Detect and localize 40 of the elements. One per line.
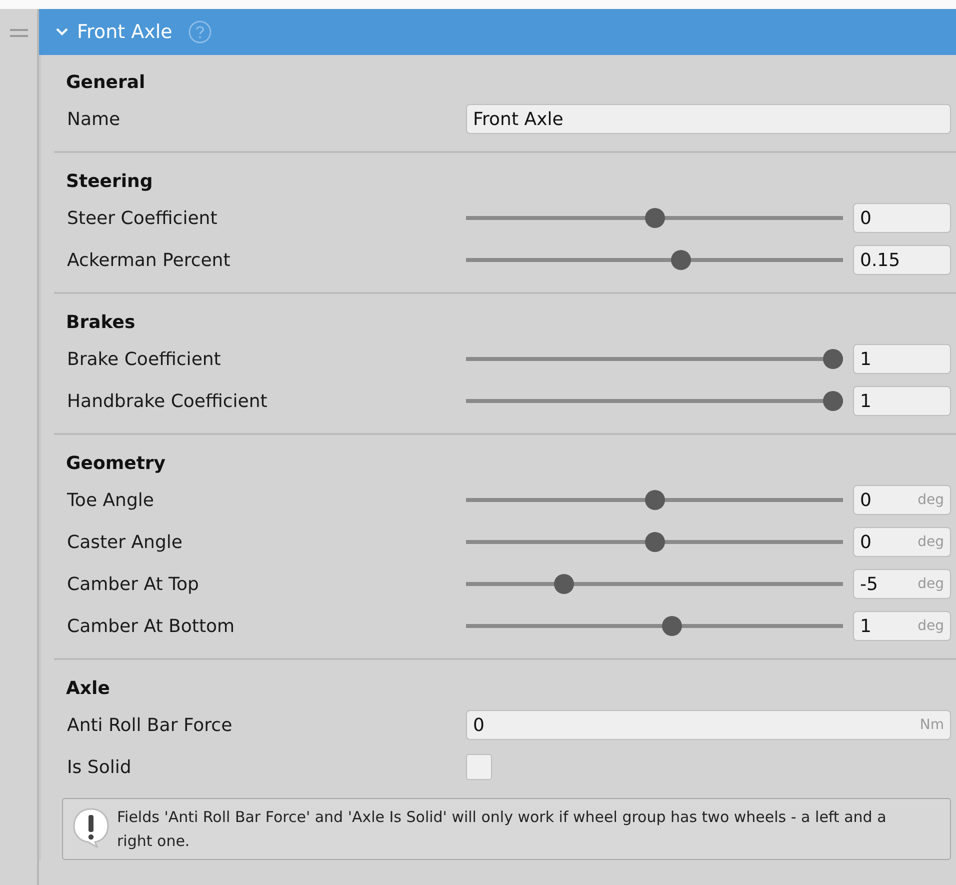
- field-label: Ackerman Percent: [66, 250, 232, 270]
- slider-thumb[interactable]: [644, 208, 664, 228]
- section-heading: General: [65, 71, 146, 95]
- number-field[interactable]: 0 deg: [853, 527, 951, 557]
- number-field[interactable]: -5 deg: [853, 569, 951, 599]
- drag-handle-icon[interactable]: [10, 29, 28, 37]
- exclamation-bubble-icon: [71, 807, 111, 849]
- field-label: Toe Angle: [66, 490, 155, 510]
- field-label: Caster Angle: [66, 532, 184, 552]
- section-heading: Steering: [65, 170, 154, 194]
- field-label: Anti Roll Bar Force: [66, 714, 234, 736]
- slider-thumb[interactable]: [671, 250, 692, 270]
- number-field[interactable]: 0.15: [853, 245, 951, 275]
- field-label: Is Solid: [66, 756, 132, 778]
- field-label: Steer Coefficient: [66, 208, 218, 228]
- slider-thumb[interactable]: [823, 391, 843, 411]
- slider-thumb[interactable]: [554, 574, 574, 594]
- number-field[interactable]: 0: [853, 203, 951, 233]
- slider-thumb[interactable]: [644, 532, 664, 552]
- field-label: Name: [66, 108, 122, 130]
- number-field[interactable]: 1: [853, 344, 951, 374]
- number-field[interactable]: 0 deg: [853, 485, 951, 515]
- chevron-icon[interactable]: [55, 27, 69, 37]
- field-label: Camber At Bottom: [66, 616, 236, 636]
- field-label: Brake Coefficient: [66, 348, 222, 370]
- slider-thumb[interactable]: [823, 349, 843, 369]
- slider-thumb[interactable]: [644, 490, 664, 510]
- slider-thumb[interactable]: [662, 616, 682, 636]
- checkbox[interactable]: [466, 754, 492, 780]
- field-label: Handbrake Coefficient: [66, 390, 268, 412]
- section-heading: Geometry: [65, 452, 167, 476]
- number-field[interactable]: 1 deg: [853, 611, 951, 641]
- section-heading: Axle: [65, 677, 111, 701]
- input-field[interactable]: Front Axle: [466, 104, 951, 134]
- section-heading: Brakes: [65, 311, 136, 335]
- field-label: Camber At Top: [66, 574, 200, 594]
- number-field[interactable]: 1: [853, 386, 951, 416]
- foldout-title: Front Axle: [77, 21, 172, 43]
- help-message: Fields 'Anti Roll Bar Force' and 'Axle Is Solid' will only work if wheel group has two wheels - a left and a right one.: [117, 807, 887, 852]
- input-field[interactable]: 0 Nm: [466, 710, 951, 740]
